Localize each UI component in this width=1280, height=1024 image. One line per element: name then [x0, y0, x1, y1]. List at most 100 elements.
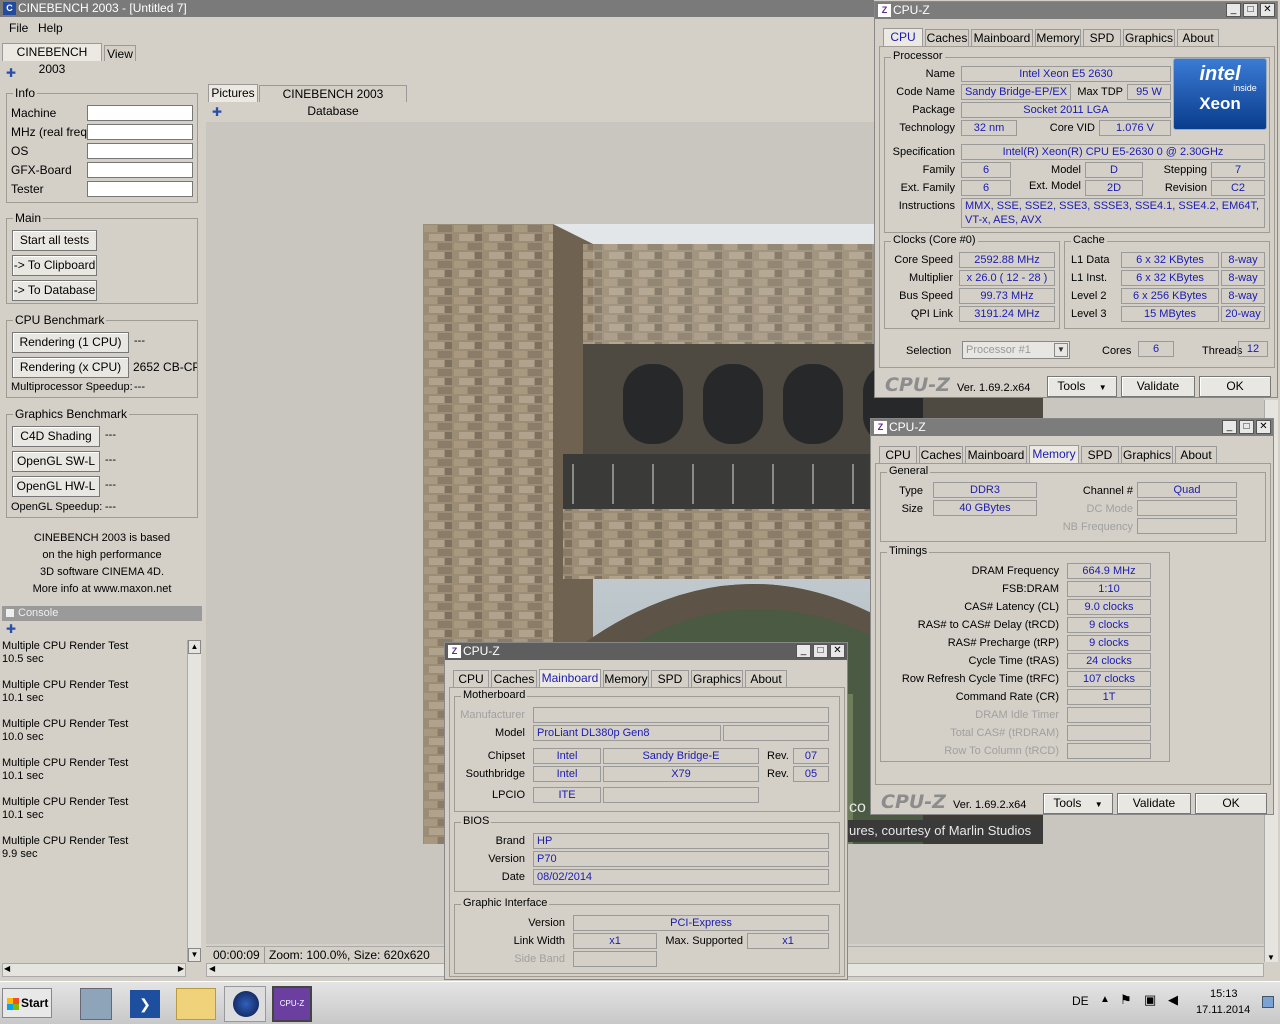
clock-date[interactable]: 17.11.2014	[1196, 1004, 1250, 1016]
cpuz-cpu-window: Z CPU-Z _ □ ✕ CPU Caches Mainboard Memory …	[874, 1, 1278, 398]
maximize-icon[interactable]: □	[1243, 3, 1258, 17]
cinebench-taskbar-icon[interactable]	[224, 986, 266, 1022]
tab-graphics[interactable]: Graphics	[1121, 446, 1173, 463]
scroll-left-icon[interactable]: ◀	[209, 964, 215, 973]
tab-cinebench[interactable]: CINEBENCH 2003	[2, 43, 102, 76]
tab-graphics[interactable]: Graphics	[691, 670, 743, 687]
scroll-right-icon[interactable]: ▶	[178, 964, 184, 973]
tools-button[interactable]: Tools ▼	[1043, 793, 1113, 814]
manufacturer-value	[533, 707, 829, 723]
tab-spd[interactable]: SPD	[651, 670, 689, 687]
close-icon[interactable]: ✕	[1256, 420, 1271, 434]
language-indicator[interactable]: DE	[1072, 994, 1089, 1008]
tab-spd[interactable]: SPD	[1083, 29, 1121, 46]
tab-mainboard[interactable]: Mainboard	[965, 446, 1027, 463]
timing-value	[1067, 743, 1151, 759]
close-icon[interactable]: ✕	[830, 644, 845, 658]
tab-caches[interactable]: Caches	[919, 446, 963, 463]
scroll-down-icon[interactable]: ▼	[1267, 953, 1275, 962]
console-close-icon[interactable]	[6, 609, 14, 617]
timing-label: FSB:DRAM	[1002, 583, 1059, 595]
close-icon[interactable]: ✕	[1260, 3, 1275, 17]
ok-button[interactable]: OK	[1195, 793, 1267, 814]
console-hscrollbar[interactable]: ◀ ▶	[2, 963, 186, 977]
show-desktop-button[interactable]	[1262, 996, 1274, 1008]
tab-cpu[interactable]: CPU	[883, 28, 923, 46]
instructions-value: MMX, SSE, SSE2, SSE3, SSSE3, SSE4.1, SSE…	[961, 198, 1265, 228]
os-input[interactable]	[87, 143, 193, 159]
tab-memory[interactable]: Memory	[1029, 445, 1079, 463]
xeon-text: Xeon	[1199, 94, 1241, 113]
to-clipboard-button[interactable]: -> To Clipboard	[12, 255, 97, 276]
tab-cpu[interactable]: CPU	[879, 446, 917, 463]
tab-pictures[interactable]: Pictures	[208, 84, 258, 102]
console-vscrollbar[interactable]: ▲ ▼	[187, 640, 201, 962]
gfx-board-input[interactable]	[87, 162, 193, 178]
timing-label: DRAM Idle Timer	[975, 709, 1059, 721]
tab-database[interactable]: CINEBENCH 2003 Database	[259, 85, 407, 118]
tab-mainboard[interactable]: Mainboard	[539, 669, 601, 687]
opengl-hwl-button[interactable]: OpenGL HW-L	[12, 476, 100, 497]
tab-caches[interactable]: Caches	[491, 670, 537, 687]
machine-label: Machine	[11, 106, 57, 120]
maximize-icon[interactable]: □	[813, 644, 828, 658]
menu-help[interactable]: Help	[38, 21, 63, 35]
mhz-input[interactable]	[87, 124, 193, 140]
tab-caches[interactable]: Caches	[925, 29, 969, 46]
pictures-pin-icon[interactable]: ✚	[212, 105, 222, 119]
tab-memory[interactable]: Memory	[603, 670, 649, 687]
cpuz-cpu-titlebar[interactable]: Z CPU-Z _ □ ✕	[875, 2, 1277, 19]
maximize-icon[interactable]: □	[1239, 420, 1254, 434]
start-button[interactable]: Start	[2, 988, 52, 1018]
window-controls: _ □ ✕	[796, 644, 845, 658]
tools-button[interactable]: Tools ▼	[1047, 376, 1117, 397]
explorer-icon[interactable]	[176, 988, 216, 1020]
validate-button[interactable]: Validate	[1117, 793, 1191, 814]
tray-expand-icon[interactable]: ▲	[1100, 994, 1110, 1005]
to-database-button[interactable]: -> To Database	[12, 280, 97, 301]
bios-label: BIOS	[461, 815, 492, 827]
minimize-icon[interactable]: _	[796, 644, 811, 658]
tab-mainboard[interactable]: Mainboard	[971, 29, 1033, 46]
scroll-up-icon[interactable]: ▲	[188, 640, 201, 654]
flag-icon[interactable]: ⚑	[1120, 992, 1132, 1008]
start-all-tests-button[interactable]: Start all tests	[12, 230, 97, 251]
cache-group: Cache L1 Data 6 x 32 KBytes 8-way L1 Ins…	[1064, 234, 1270, 329]
chevron-down-icon[interactable]: ▼	[1054, 343, 1068, 357]
tab-cpu[interactable]: CPU	[453, 670, 489, 687]
cpuz-mainboard-titlebar[interactable]: Z CPU-Z _ □ ✕	[445, 643, 847, 660]
minimize-icon[interactable]: _	[1226, 3, 1241, 17]
volume-icon[interactable]: ◀	[1168, 992, 1178, 1008]
scroll-left-icon[interactable]: ◀	[4, 964, 10, 973]
clock-time[interactable]: 15:13	[1210, 988, 1238, 1000]
cpuz-taskbar-icon[interactable]: CPU-Z	[272, 986, 312, 1022]
tab-about[interactable]: About	[1177, 29, 1219, 46]
menu-file[interactable]: File	[9, 21, 28, 35]
c4d-shading-button[interactable]: C4D Shading	[12, 426, 100, 447]
machine-input[interactable]	[87, 105, 193, 121]
console-pin-icon[interactable]: ✚	[6, 622, 16, 636]
pin-icon[interactable]: ✚	[6, 66, 16, 80]
codename-label: Code Name	[896, 86, 955, 98]
minimize-icon[interactable]: _	[1222, 420, 1237, 434]
tab-memory[interactable]: Memory	[1035, 29, 1081, 46]
validate-button[interactable]: Validate	[1121, 376, 1195, 397]
powershell-icon[interactable]: ❯	[130, 990, 160, 1018]
rendering-1cpu-button[interactable]: Rendering (1 CPU)	[12, 332, 129, 353]
opengl-swl-button[interactable]: OpenGL SW-L	[12, 451, 100, 472]
tab-graphics[interactable]: Graphics	[1123, 29, 1175, 46]
processor-select[interactable]: Processor #1 ▼	[962, 341, 1070, 359]
tab-spd[interactable]: SPD	[1081, 446, 1119, 463]
tab-about[interactable]: About	[745, 670, 787, 687]
cinebench-titlebar[interactable]: C CINEBENCH 2003 - [Untitled 7]	[0, 0, 874, 17]
scroll-down-icon[interactable]: ▼	[188, 948, 201, 962]
cpuz-memory-titlebar[interactable]: Z CPU-Z _ □ ✕	[871, 419, 1273, 436]
rendering-xcpu-button[interactable]: Rendering (x CPU)	[12, 357, 129, 378]
server-manager-icon[interactable]	[80, 988, 112, 1020]
tab-about[interactable]: About	[1175, 446, 1217, 463]
ok-button[interactable]: OK	[1199, 376, 1271, 397]
network-icon[interactable]: ▣	[1144, 992, 1156, 1008]
tab-view[interactable]: View	[104, 45, 136, 61]
tester-input[interactable]	[87, 181, 193, 197]
processor-select-value: Processor #1	[966, 344, 1031, 356]
